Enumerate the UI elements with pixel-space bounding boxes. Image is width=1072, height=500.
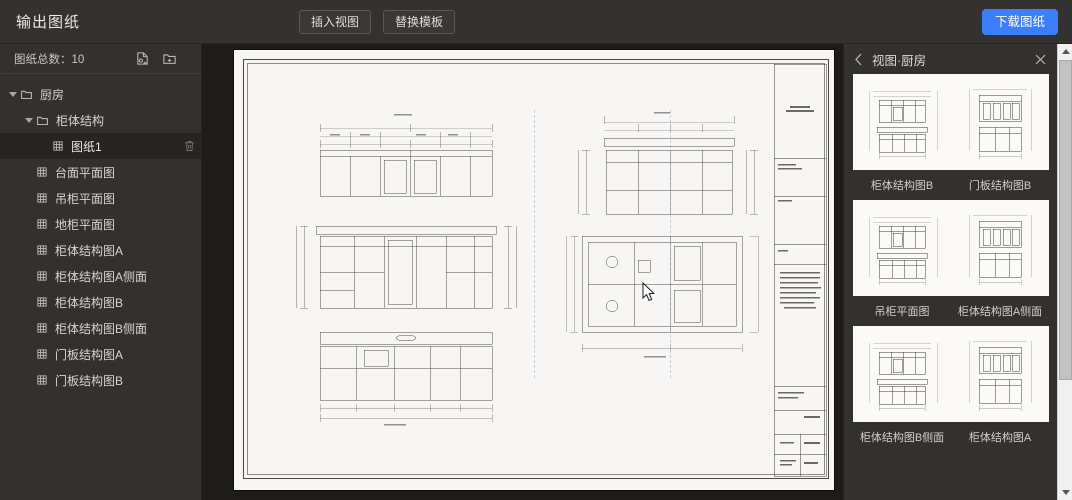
- drawing-sheet[interactable]: [234, 50, 834, 490]
- tree-item-sheet[interactable]: 柜体结构图A: [0, 237, 201, 263]
- close-icon[interactable]: [1035, 54, 1046, 65]
- sheet-icon: [36, 322, 48, 334]
- thumbnail-grid: 柜体结构图B 门板结构图B 吊柜平面图 柜体结构图A侧面柜体结构图B侧面 柜体结构图A: [844, 74, 1057, 452]
- sheet-icon: [36, 374, 48, 386]
- tree-item-sheet[interactable]: 图纸1: [0, 133, 201, 159]
- add-file-icon[interactable]: [135, 51, 150, 66]
- tree-item-label: 吊柜平面图: [55, 191, 116, 206]
- sheet-total-label: 图纸总数：10: [14, 53, 85, 66]
- thumbnail-label: 门板结构图B: [968, 180, 1032, 192]
- page-title: 输出图纸: [16, 14, 81, 31]
- cad-drawing: [295, 63, 827, 477]
- view-panel: 视图·厨房 柜体结构图B 门板结构图B 吊柜平面图 柜体结构图A侧面 柜体结构图B侧面柜…: [843, 44, 1057, 500]
- tree-item-folder[interactable]: 柜体结构: [0, 107, 201, 133]
- tree-item-label: 台面平面图: [55, 165, 116, 180]
- tree-item-sheet[interactable]: 柜体结构图B: [0, 289, 201, 315]
- view-panel-header: 视图·厨房: [844, 44, 1057, 74]
- download-drawings-button[interactable]: 下载图纸: [981, 9, 1058, 35]
- sheet-icon: [36, 192, 48, 204]
- sheet-icon: [36, 244, 48, 256]
- tree-item-sheet[interactable]: 吊柜平面图: [0, 185, 201, 211]
- thumbnail-preview[interactable]: [952, 328, 1048, 420]
- thumbnail-preview[interactable]: [952, 76, 1048, 168]
- thumbnail-label: 柜体结构图B侧面: [859, 432, 945, 444]
- tree-item-sheet[interactable]: 柜体结构图A侧面: [0, 263, 201, 289]
- sheet-icon: [36, 166, 48, 178]
- left-sidebar: 图纸总数：10 厨房柜体结构图纸1 台面平面图吊柜平面图地柜平面图柜体结构图A 柜体…: [0, 44, 202, 500]
- triangle-down-icon[interactable]: [1058, 485, 1072, 500]
- sidebar-header-actions: [135, 51, 193, 66]
- sidebar-header: 图纸总数：10: [0, 44, 201, 74]
- thumbnail-label: 柜体结构图A侧面: [957, 306, 1043, 318]
- thumbnail-label-row: 吊柜平面图 柜体结构图A侧面: [853, 296, 1049, 326]
- tree-item-label: 柜体结构图B: [55, 295, 124, 310]
- tree-item-label: 图纸1: [71, 139, 102, 154]
- thumbnail-card: [853, 326, 1049, 422]
- top-toolbar: 输出图纸 插入视图 替换模板 下载图纸: [0, 0, 1072, 44]
- sheet-icon: [36, 296, 48, 308]
- delete-icon[interactable]: [180, 140, 195, 152]
- tree-item-label: 地柜平面图: [55, 217, 116, 232]
- thumbnail-card: [853, 74, 1049, 170]
- thumbnail-preview[interactable]: [854, 76, 950, 168]
- drawing-canvas[interactable]: [202, 44, 843, 500]
- chevron-down-icon[interactable]: [6, 91, 20, 97]
- thumbnail-preview[interactable]: [854, 202, 950, 294]
- replace-template-button[interactable]: 替换模板: [383, 10, 456, 34]
- chevron-down-icon[interactable]: [22, 117, 36, 123]
- sheet-icon: [36, 218, 48, 230]
- tree-item-sheet[interactable]: 门板结构图B: [0, 367, 201, 393]
- thumbnail-label: 柜体结构图B: [870, 180, 934, 192]
- thumbnail-card: [853, 200, 1049, 296]
- tree-item-sheet[interactable]: 门板结构图A: [0, 341, 201, 367]
- tree-item-label: 柜体结构图B侧面: [55, 321, 148, 336]
- tree-item-folder[interactable]: 厨房: [0, 81, 201, 107]
- thumbnail-label-row: 柜体结构图B 门板结构图B: [853, 170, 1049, 200]
- tree-item-label: 门板结构图A: [55, 347, 124, 362]
- tree-item-sheet[interactable]: 柜体结构图B侧面: [0, 315, 201, 341]
- thumbnail-label-row: 柜体结构图B侧面 柜体结构图A: [853, 422, 1049, 452]
- sheet-icon: [36, 270, 48, 282]
- mouse-pointer-icon: [642, 282, 655, 302]
- tree-item-label: 厨房: [40, 87, 65, 102]
- chevron-left-icon[interactable]: [854, 53, 863, 66]
- tree-item-label: 柜体结构图A侧面: [55, 269, 148, 284]
- view-panel-title: 视图·厨房: [872, 53, 927, 68]
- scrollbar-thumb[interactable]: [1059, 60, 1072, 380]
- tree-item-sheet[interactable]: 地柜平面图: [0, 211, 201, 237]
- sheet-icon: [52, 140, 64, 152]
- triangle-up-icon[interactable]: [1058, 44, 1072, 59]
- tree-item-sheet[interactable]: 台面平面图: [0, 159, 201, 185]
- thumbnail-preview[interactable]: [854, 328, 950, 420]
- thumbnail-label: 柜体结构图A: [968, 432, 1032, 444]
- thumbnail-preview[interactable]: [952, 202, 1048, 294]
- toolbar-actions: 插入视图 替换模板: [299, 10, 456, 34]
- add-folder-icon[interactable]: [162, 51, 177, 66]
- tree-item-label: 柜体结构: [56, 113, 105, 128]
- vertical-scrollbar[interactable]: [1057, 44, 1072, 500]
- sheet-icon: [36, 348, 48, 360]
- insert-view-button[interactable]: 插入视图: [299, 10, 372, 34]
- thumbnail-label: 吊柜平面图: [874, 306, 930, 318]
- drawing-tree: 厨房柜体结构图纸1 台面平面图吊柜平面图地柜平面图柜体结构图A 柜体结构图A侧面 柜体…: [0, 74, 201, 393]
- folder-icon: [36, 114, 49, 127]
- app-root: 输出图纸 插入视图 替换模板 下载图纸 图纸总数：10 厨房 柜体结构 图纸1 …: [0, 0, 1072, 500]
- folder-icon: [20, 88, 33, 101]
- tree-item-label: 门板结构图B: [55, 373, 124, 388]
- tree-item-label: 柜体结构图A: [55, 243, 124, 258]
